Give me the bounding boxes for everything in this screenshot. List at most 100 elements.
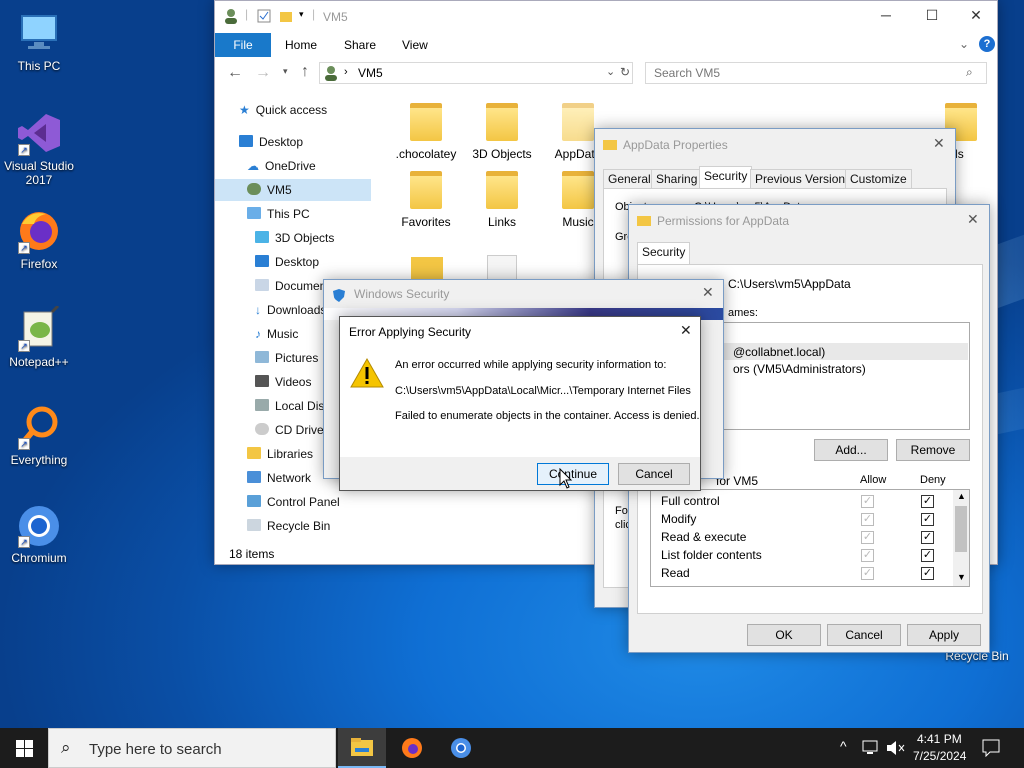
folder-links[interactable]: Links	[467, 171, 537, 229]
scroll-up-icon[interactable]: ▲	[957, 491, 966, 501]
continue-button[interactable]: Continue	[537, 463, 609, 485]
tray-chevron-up-icon[interactable]: ^	[840, 738, 847, 754]
close-icon[interactable]: ✕	[702, 284, 714, 301]
desktop-icon-firefox[interactable]: ↗ Firefox	[1, 208, 77, 271]
nav-pictures[interactable]: Pictures	[255, 347, 318, 369]
desktop-icon-this-pc[interactable]: This PC	[1, 10, 77, 73]
address-bar[interactable]: › VM5 ⌄ ↻	[319, 62, 633, 84]
tab-home[interactable]: Home	[285, 38, 317, 52]
principal-item[interactable]: @collabnet.local)	[733, 345, 825, 359]
desktop-icon-chromium[interactable]: ↗ Chromium	[1, 502, 77, 565]
deny-checkbox[interactable]: ✓	[921, 549, 934, 562]
allow-checkbox[interactable]: ✓	[861, 531, 874, 544]
dialog-title-bar[interactable]: Error Applying Security ✕	[340, 317, 700, 347]
properties-quick-icon[interactable]	[257, 9, 271, 23]
add-button[interactable]: Add...	[814, 439, 888, 461]
tab-general[interactable]: General	[603, 169, 656, 189]
taskbar-firefox[interactable]	[388, 728, 436, 768]
desktop-icon-visual-studio[interactable]: ↗ Visual Studio 2017	[1, 110, 77, 187]
search-box[interactable]: Search VM5 ⌕	[645, 62, 987, 84]
tab-sharing[interactable]: Sharing	[651, 169, 703, 189]
permissions-list[interactable]: Full control ✓ ✓ Modify ✓ ✓ Read & execute ✓ ✓…	[650, 489, 970, 587]
desktop-icon-label: Chromium	[11, 551, 67, 565]
explorer-title-bar[interactable]: | ▾ | VM5 ─ ☐ ✕	[215, 1, 997, 33]
nav-desktop-2[interactable]: Desktop	[255, 251, 319, 273]
clock-time[interactable]: 4:41 PM	[917, 732, 962, 746]
folder-favorites[interactable]: Favorites	[391, 171, 461, 229]
close-button[interactable]: ✕	[953, 1, 999, 31]
ok-button[interactable]: OK	[747, 624, 821, 646]
scroll-thumb[interactable]	[955, 506, 967, 552]
cancel-button[interactable]: Cancel	[618, 463, 690, 485]
tab-security[interactable]: Security	[637, 242, 691, 265]
nav-music[interactable]: ♪ Music	[255, 323, 298, 345]
volume-muted-icon[interactable]	[886, 740, 906, 756]
tab-customize[interactable]: Customize	[845, 169, 912, 189]
folder-chocolatey[interactable]: .chocolatey	[391, 103, 461, 161]
window-title: Permissions for AppData	[657, 214, 790, 228]
taskbar-search-box[interactable]: ⌕ Type here to search	[48, 728, 336, 768]
nav-vm5[interactable]: VM5	[247, 179, 292, 201]
nav-this-pc[interactable]: This PC	[247, 203, 310, 225]
help-icon[interactable]: ?	[979, 36, 995, 52]
deny-checkbox[interactable]: ✓	[921, 513, 934, 526]
windows-start-icon[interactable]	[16, 740, 33, 757]
close-icon[interactable]: ✕	[680, 322, 692, 339]
nav-quick-access[interactable]: ★ Quick access	[239, 99, 327, 121]
allow-checkbox[interactable]: ✓	[861, 513, 874, 526]
up-arrow-icon[interactable]: ↑	[301, 63, 309, 81]
clock-date[interactable]: 7/25/2024	[913, 749, 966, 763]
chevron-down-icon[interactable]: ⌄	[959, 37, 969, 51]
search-icon[interactable]: ⌕	[966, 65, 973, 80]
network-icon[interactable]	[862, 740, 880, 756]
maximize-button[interactable]: ☐	[909, 1, 955, 31]
nav-onedrive[interactable]: ☁ OneDrive	[247, 155, 316, 177]
folder-partial[interactable]	[411, 257, 443, 279]
desktop-icon-label: This PC	[17, 59, 61, 73]
file-partial[interactable]	[487, 255, 517, 281]
folder-3d-objects[interactable]: 3D Objects	[467, 103, 537, 161]
cancel-button[interactable]: Cancel	[827, 624, 901, 646]
refresh-icon[interactable]: ↻	[620, 65, 630, 79]
nav-libraries[interactable]: Libraries	[247, 443, 313, 465]
nav-recycle-bin[interactable]: Recycle Bin	[247, 515, 330, 537]
scroll-down-icon[interactable]: ▼	[957, 572, 966, 582]
tab-security[interactable]: Security	[699, 166, 753, 189]
address-dropdown-icon[interactable]: ⌄	[606, 65, 615, 78]
deny-checkbox[interactable]: ✓	[921, 531, 934, 544]
tab-view[interactable]: View	[402, 38, 428, 52]
quick-access-dropdown-icon[interactable]: ▾	[299, 9, 304, 20]
minimize-button[interactable]: ─	[863, 1, 909, 31]
cd-icon	[255, 423, 269, 435]
desktop-icon-everything[interactable]: ↗ Everything	[1, 404, 77, 467]
folder-icon	[410, 103, 442, 141]
remove-button[interactable]: Remove	[896, 439, 970, 461]
tab-file[interactable]: File	[215, 33, 271, 57]
ribbon-bar: File Home Share View ⌄ ?	[215, 33, 997, 57]
principal-item[interactable]: ors (VM5\Administrators)	[733, 362, 866, 376]
deny-checkbox[interactable]: ✓	[921, 567, 934, 580]
recent-dropdown-icon[interactable]: ▾	[283, 66, 288, 77]
taskbar-file-explorer[interactable]	[338, 728, 386, 768]
nav-desktop[interactable]: Desktop	[239, 131, 303, 153]
deny-checkbox[interactable]: ✓	[921, 495, 934, 508]
forward-arrow-icon[interactable]: →	[255, 64, 271, 82]
close-icon[interactable]: ✕	[967, 211, 979, 228]
tab-share[interactable]: Share	[344, 38, 376, 52]
list-scrollbar[interactable]: ▲ ▼	[953, 490, 969, 586]
taskbar-chromium[interactable]	[437, 728, 485, 768]
allow-checkbox[interactable]: ✓	[861, 567, 874, 580]
notification-icon[interactable]	[982, 739, 1000, 757]
nav-control-panel[interactable]: Control Panel	[247, 491, 340, 513]
desktop-icon-notepadpp[interactable]: ↗ Notepad++	[1, 304, 77, 369]
new-folder-quick-icon[interactable]	[279, 9, 293, 23]
allow-checkbox[interactable]: ✓	[861, 495, 874, 508]
nav-videos[interactable]: Videos	[255, 371, 311, 393]
close-icon[interactable]: ✕	[933, 135, 945, 152]
nav-3d-objects[interactable]: 3D Objects	[255, 227, 334, 249]
apply-button[interactable]: Apply	[907, 624, 981, 646]
tab-previous-versions[interactable]: Previous Versions	[750, 169, 857, 189]
allow-checkbox[interactable]: ✓	[861, 549, 874, 562]
back-arrow-icon[interactable]: ←	[227, 64, 243, 82]
nav-network[interactable]: Network	[247, 467, 311, 489]
